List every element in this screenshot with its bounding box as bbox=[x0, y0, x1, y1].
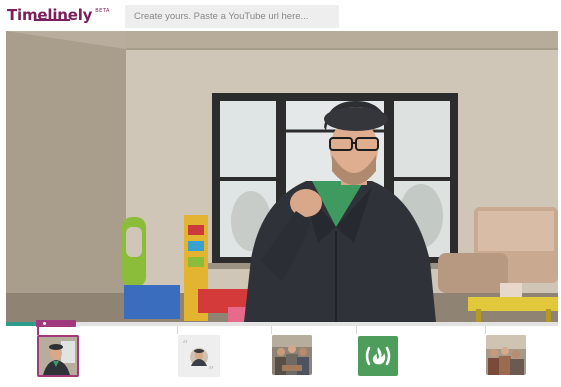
crowd-photo-icon bbox=[486, 335, 526, 375]
logo-underline bbox=[34, 19, 70, 21]
quote-person-icon: “ ” bbox=[178, 335, 220, 377]
person-thumbnail[interactable] bbox=[37, 335, 79, 377]
quote-person-thumbnail[interactable]: “ ” bbox=[178, 335, 220, 377]
header: Timelinely BETA bbox=[0, 0, 561, 30]
marker-tick bbox=[177, 326, 178, 334]
video-frame-image bbox=[6, 31, 558, 322]
group-photo-icon bbox=[272, 335, 312, 375]
marker-tick bbox=[356, 326, 357, 334]
timeline-track[interactable] bbox=[6, 322, 558, 326]
progress-bar bbox=[6, 322, 40, 326]
marker-tick bbox=[485, 326, 486, 334]
person-thumbnail-icon bbox=[39, 337, 77, 375]
freecodecamp-fire-icon bbox=[358, 336, 398, 376]
freecodecamp-thumbnail[interactable] bbox=[358, 336, 398, 376]
timeline-scrubber[interactable] bbox=[36, 320, 76, 327]
group-photo-thumbnail[interactable] bbox=[272, 335, 312, 375]
logo-text[interactable]: Timelinely bbox=[7, 6, 92, 24]
scrubber-handle[interactable] bbox=[43, 322, 46, 325]
svg-text:“: “ bbox=[182, 338, 188, 352]
video-player[interactable] bbox=[6, 31, 558, 322]
beta-badge: BETA bbox=[95, 8, 110, 14]
youtube-url-input[interactable] bbox=[125, 5, 339, 28]
logo[interactable]: Timelinely BETA bbox=[7, 6, 110, 26]
marker-tick bbox=[271, 326, 272, 334]
crowd-photo-thumbnail[interactable] bbox=[486, 335, 526, 375]
svg-text:”: ” bbox=[208, 364, 214, 377]
scrubber-line bbox=[37, 326, 39, 335]
